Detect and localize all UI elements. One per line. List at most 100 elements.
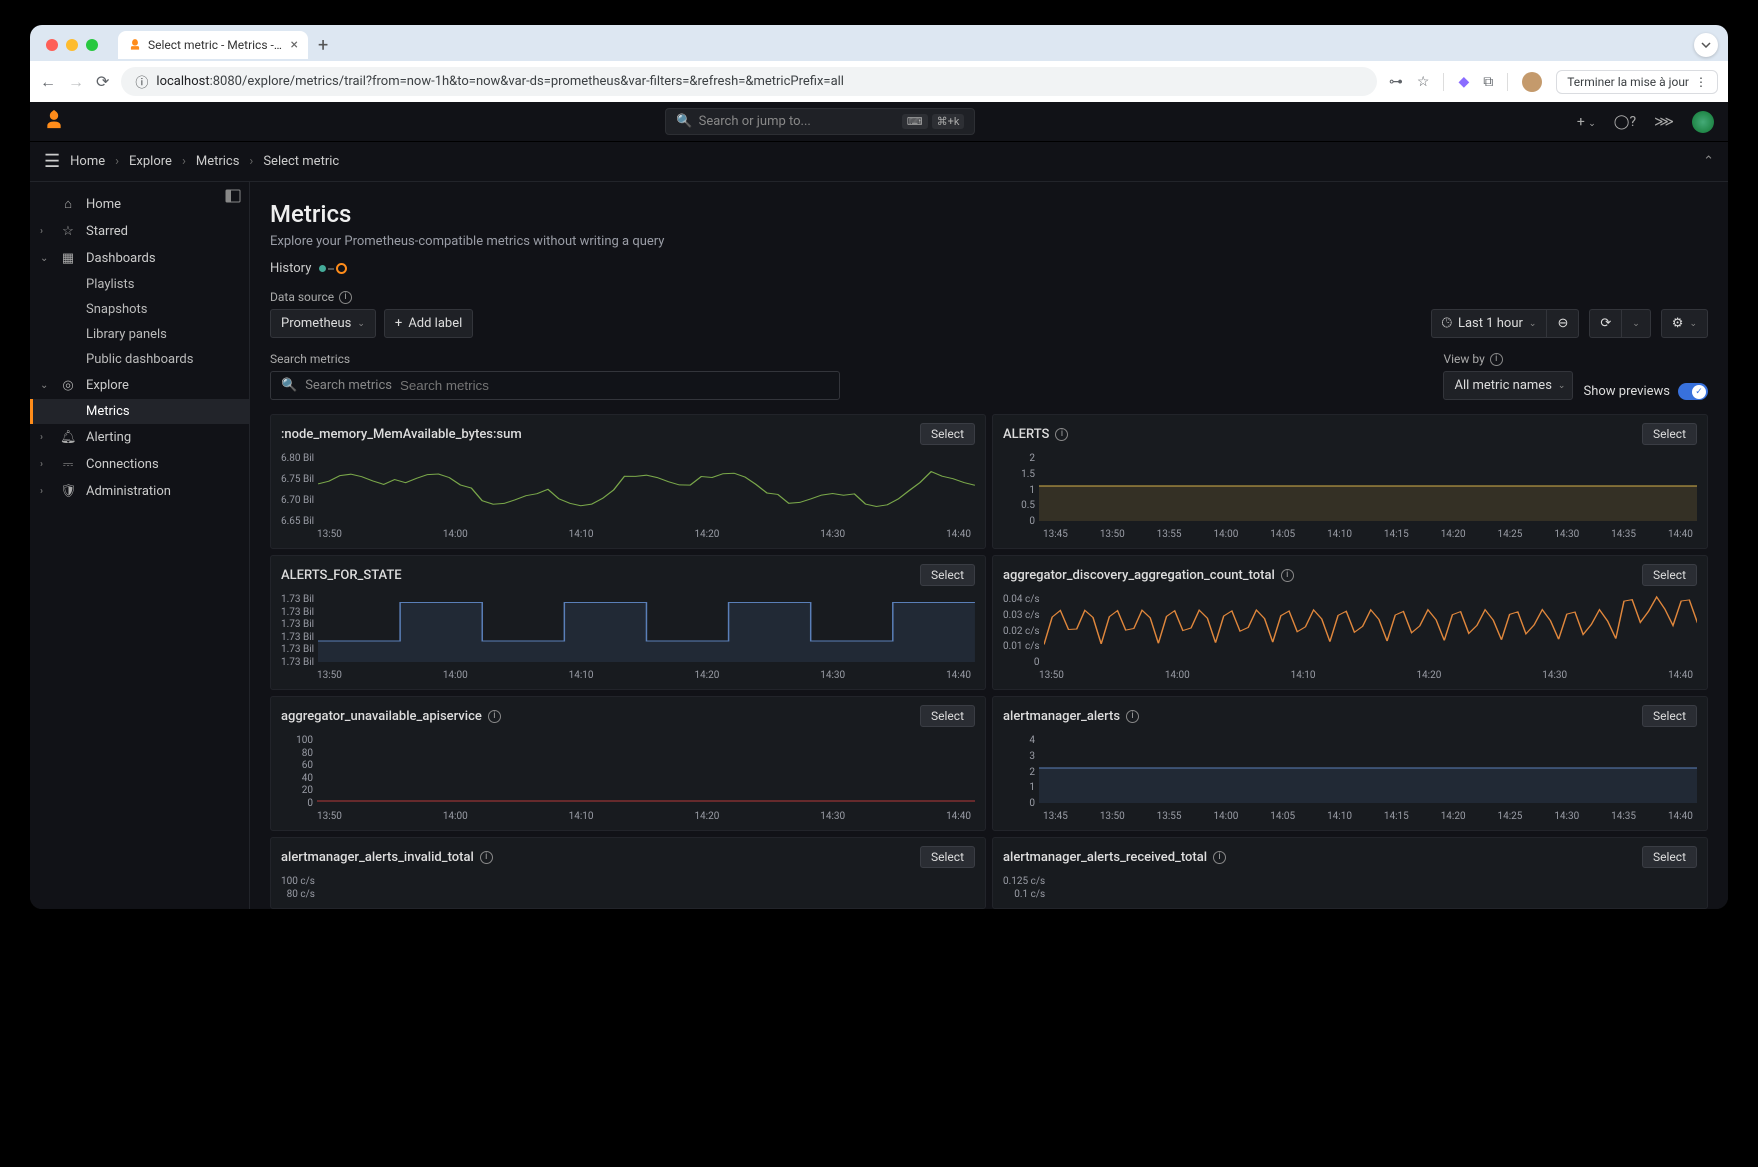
password-icon[interactable]: ⊶ <box>1389 74 1403 90</box>
select-metric-button[interactable]: Select <box>1642 705 1697 727</box>
sidebar-item-connections[interactable]: ›⎓Connections <box>30 451 249 478</box>
panel-title: alertmanager_alerts_received_total <box>1003 850 1207 865</box>
settings-button[interactable]: ⚙⌄ <box>1661 309 1708 338</box>
select-metric-button[interactable]: Select <box>920 846 975 868</box>
crumb-home[interactable]: Home <box>70 154 105 169</box>
select-metric-button[interactable]: Select <box>1642 564 1697 586</box>
x-tick: 14:05 <box>1270 529 1295 540</box>
x-tick: 14:30 <box>820 670 845 681</box>
site-info-icon[interactable]: ⓘ <box>135 72 148 91</box>
info-icon[interactable]: i <box>339 291 352 304</box>
info-icon[interactable]: i <box>1490 353 1503 366</box>
profile-avatar[interactable] <box>1522 72 1542 92</box>
gear-icon: ⚙ <box>1672 316 1684 331</box>
crumb-explore[interactable]: Explore <box>129 154 172 169</box>
select-metric-button[interactable]: Select <box>920 423 975 445</box>
metric-panel: aggregator_unavailable_apiserviceiSelect… <box>270 696 986 831</box>
news-icon[interactable]: ⋙ <box>1654 114 1674 130</box>
sidebar-item-explore[interactable]: ⌄◎Explore <box>30 372 249 399</box>
info-icon[interactable]: i <box>1281 569 1294 582</box>
show-previews-toggle[interactable] <box>1678 383 1708 400</box>
crumb-metrics[interactable]: Metrics <box>196 154 240 169</box>
data-source-label: Data source <box>270 290 334 304</box>
star-icon: ☆ <box>60 224 76 239</box>
info-icon[interactable]: i <box>1213 851 1226 864</box>
sidebar-item-starred[interactable]: ›☆Starred <box>30 218 249 245</box>
browser-tab[interactable]: Select metric - Metrics - Expl × <box>118 31 308 59</box>
home-icon: ⌂ <box>60 196 76 212</box>
search-icon: 🔍 <box>281 378 297 393</box>
info-icon[interactable]: i <box>1126 710 1139 723</box>
sidebar-sub-public[interactable]: Public dashboards <box>30 347 249 372</box>
address-bar[interactable]: ⓘ localhost:8080/explore/metrics/trail?f… <box>121 67 1376 96</box>
url-text: localhost:8080/explore/metrics/trail?fro… <box>156 74 844 89</box>
refresh-icon: ⟳ <box>1600 316 1611 331</box>
metric-panel: alertmanager_alertsiSelect4321013:4513:5… <box>992 696 1708 831</box>
y-tick: 4 <box>1003 735 1035 746</box>
tab-overflow-button[interactable] <box>1694 33 1718 57</box>
x-tick: 14:10 <box>569 811 594 822</box>
x-tick: 13:50 <box>1100 529 1125 540</box>
sidebar-sub-snapshots[interactable]: Snapshots <box>30 297 249 322</box>
metric-panel: ALERTSiSelect21.510.5013:4513:5013:5514:… <box>992 414 1708 549</box>
select-metric-button[interactable]: Select <box>1642 846 1697 868</box>
zoom-out-button[interactable]: ⊖ <box>1546 309 1579 338</box>
refresh-picker[interactable]: ⟳ ⌄ <box>1589 309 1650 338</box>
x-tick: 14:00 <box>443 670 468 681</box>
update-button[interactable]: Terminer la mise à jour⋮ <box>1556 70 1718 94</box>
view-by-select[interactable]: All metric names⌄ <box>1443 371 1573 400</box>
x-tick: 14:35 <box>1611 529 1636 540</box>
info-icon[interactable]: i <box>480 851 493 864</box>
info-icon[interactable]: i <box>1055 428 1068 441</box>
sidebar-item-admin[interactable]: ›🛡︎Administration <box>30 478 249 505</box>
extension-icon[interactable]: ◆ <box>1458 74 1469 90</box>
sidebar-item-alerting[interactable]: ›🔔︎Alerting <box>30 424 249 451</box>
forward-button[interactable]: → <box>68 72 84 92</box>
kbd-shortcut: ⌘+k <box>932 114 965 129</box>
y-tick: 0.01 c/s <box>1003 641 1040 652</box>
search-placeholder: Search or jump to... <box>699 114 811 129</box>
global-search[interactable]: 🔍 Search or jump to... ⌨ ⌘+k <box>665 108 975 135</box>
history-steps[interactable] <box>319 263 347 274</box>
add-label-button[interactable]: +Add label <box>384 309 473 338</box>
help-icon[interactable]: ◯? <box>1614 114 1636 130</box>
minimize-window-icon[interactable] <box>66 39 78 51</box>
x-tick: 14:40 <box>1668 811 1693 822</box>
x-tick: 14:20 <box>1416 670 1441 681</box>
sidebar-item-label: Alerting <box>86 430 131 445</box>
menu-toggle-button[interactable]: ☰ <box>44 151 60 172</box>
x-tick: 14:30 <box>1554 529 1579 540</box>
sidebar-item-home[interactable]: ⌂Home <box>30 190 249 218</box>
x-tick: 14:00 <box>1213 529 1238 540</box>
select-metric-button[interactable]: Select <box>1642 423 1697 445</box>
shield-icon: 🛡︎ <box>60 484 76 499</box>
x-tick: 14:40 <box>946 529 971 540</box>
y-tick: 0.02 c/s <box>1003 626 1040 637</box>
extensions-icon[interactable]: ⧉ <box>1483 74 1493 90</box>
y-tick: 100 <box>281 735 313 746</box>
new-tab-button[interactable]: + <box>318 35 328 56</box>
back-button[interactable]: ← <box>40 72 56 92</box>
bookmark-icon[interactable]: ☆ <box>1417 74 1430 90</box>
grafana-logo-icon[interactable] <box>44 109 64 134</box>
window-controls[interactable] <box>46 39 98 51</box>
select-metric-button[interactable]: Select <box>920 705 975 727</box>
close-tab-icon[interactable]: × <box>291 37 298 53</box>
info-icon[interactable]: i <box>488 710 501 723</box>
user-avatar[interactable] <box>1692 111 1714 133</box>
maximize-window-icon[interactable] <box>86 39 98 51</box>
time-range-picker[interactable]: 🕒︎Last 1 hour⌄ ⊖ <box>1431 309 1580 338</box>
x-tick: 14:30 <box>1554 811 1579 822</box>
collapse-icon[interactable]: ⌃ <box>1703 154 1714 169</box>
data-source-select[interactable]: Prometheus⌄ <box>270 309 376 338</box>
reload-button[interactable]: ⟳ <box>96 72 109 91</box>
sidebar-sub-library[interactable]: Library panels <box>30 322 249 347</box>
view-by-label: View by <box>1443 352 1484 366</box>
sidebar-item-dashboards[interactable]: ⌄▦Dashboards <box>30 245 249 272</box>
close-window-icon[interactable] <box>46 39 58 51</box>
select-metric-button[interactable]: Select <box>920 564 975 586</box>
add-button[interactable]: + ⌄ <box>1577 114 1596 130</box>
sidebar-sub-playlists[interactable]: Playlists <box>30 272 249 297</box>
sidebar-sub-metrics[interactable]: Metrics <box>30 399 249 424</box>
search-metrics-input[interactable]: 🔍Search metrics <box>270 371 840 400</box>
